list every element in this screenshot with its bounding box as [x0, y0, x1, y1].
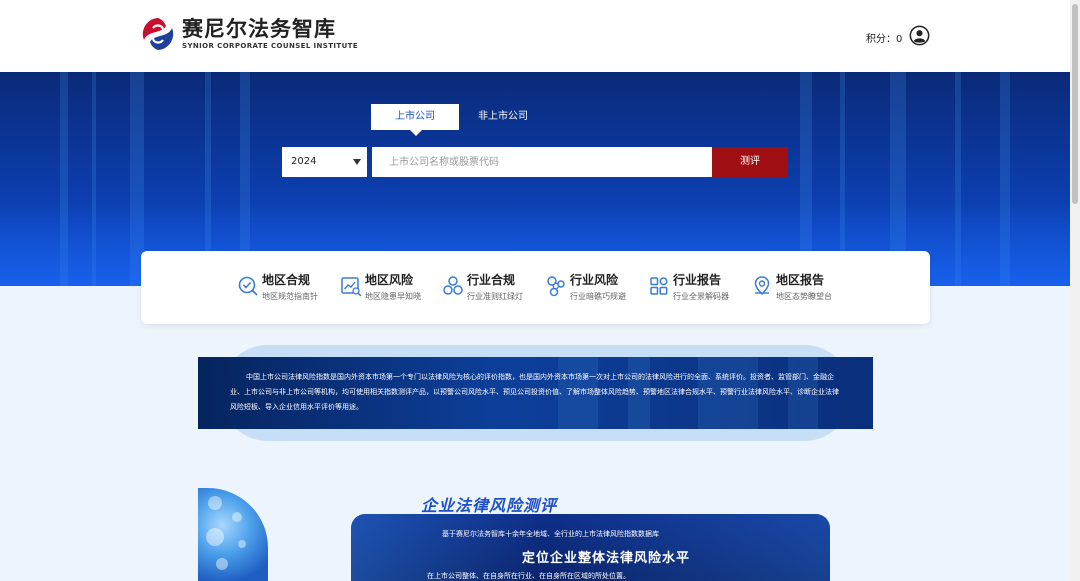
site-header: 赛尼尔法务智库 SYNIOR CORPORATE COUNSEL INSTITU…: [0, 0, 1070, 72]
compliance-check-icon: [238, 276, 258, 296]
brand-name-en: SYNIOR CORPORATE COUNSEL INSTITUTE: [182, 42, 359, 50]
brand-name-cn: 赛尼尔法务智库: [182, 16, 336, 41]
map-pin-icon: [754, 276, 770, 296]
section-title: 企业法律风险测评: [421, 496, 558, 515]
promo-card: 基于赛尼尔法务智库十余年全地域、全行业的上市法律风险指数数据库 定位企业整体法律…: [351, 514, 830, 581]
risk-chart-icon: [341, 277, 362, 297]
category-nav: 地区合规 地区规范指南针 地区风险 地区隐患早知晓 行业合规 行业准则红绿灯 行…: [141, 251, 930, 324]
promo-note: 在上市公司整体、在自身所在行业、在自身所在区域的所处位置。: [427, 572, 630, 580]
year-select[interactable]: 2024: [282, 147, 367, 177]
decorative-image: [198, 488, 268, 581]
promo-subtitle: 基于赛尼尔法务智库十余年全地域、全行业的上市法律风险指数数据库: [442, 530, 659, 538]
logo-text: 赛尼尔法务智库 SYNIOR CORPORATE COUNSEL INSTITU…: [182, 17, 358, 51]
nav-title: 行业报告: [673, 273, 722, 287]
evaluate-button[interactable]: 测评: [712, 147, 788, 177]
nav-title: 行业风险: [570, 273, 619, 287]
industry-circles-icon: [443, 276, 463, 295]
page-scrollbar[interactable]: [1070, 0, 1080, 581]
grid-report-icon: [650, 277, 668, 295]
scrollbar-thumb[interactable]: [1072, 4, 1078, 204]
points-display: 积分：0: [866, 34, 903, 45]
tab-unlisted-company[interactable]: 非上市公司: [463, 104, 543, 130]
intro-text: 中国上市公司法律风险指数是国内外资本市场第一个专门以法律风险为核心的评价指数，也…: [230, 373, 839, 411]
nav-subtitle: 行业准则红绿灯: [467, 292, 523, 301]
nav-subtitle: 地区态势瞭望台: [776, 292, 832, 301]
nav-title: 地区报告: [776, 273, 825, 287]
nav-title: 地区合规: [262, 273, 311, 287]
tab-listed-company[interactable]: 上市公司: [371, 104, 459, 136]
nav-subtitle: 地区规范指南针: [262, 292, 318, 301]
network-icon: [547, 276, 565, 297]
promo-headline: 定位企业整体法律风险水平: [522, 551, 691, 566]
nav-subtitle: 行业暗礁巧规避: [570, 292, 626, 301]
nav-subtitle: 行业全景解码器: [673, 292, 729, 301]
brand-logo[interactable]: 赛尼尔法务智库 SYNIOR CORPORATE COUNSEL INSTITU…: [140, 16, 358, 52]
nav-subtitle: 地区隐患早知晓: [365, 292, 421, 301]
caret-down-icon: [353, 159, 361, 165]
year-select-value: 2024: [291, 156, 317, 167]
company-search-input[interactable]: [372, 147, 712, 177]
intro-panel: 中国上市公司法律风险指数是国内外资本市场第一个专门以法律风险为核心的评价指数，也…: [198, 357, 873, 429]
nav-title: 地区风险: [365, 273, 414, 287]
user-circle-icon[interactable]: [909, 25, 930, 46]
logo-mark-icon: [141, 17, 175, 51]
nav-title: 行业合规: [467, 273, 516, 287]
